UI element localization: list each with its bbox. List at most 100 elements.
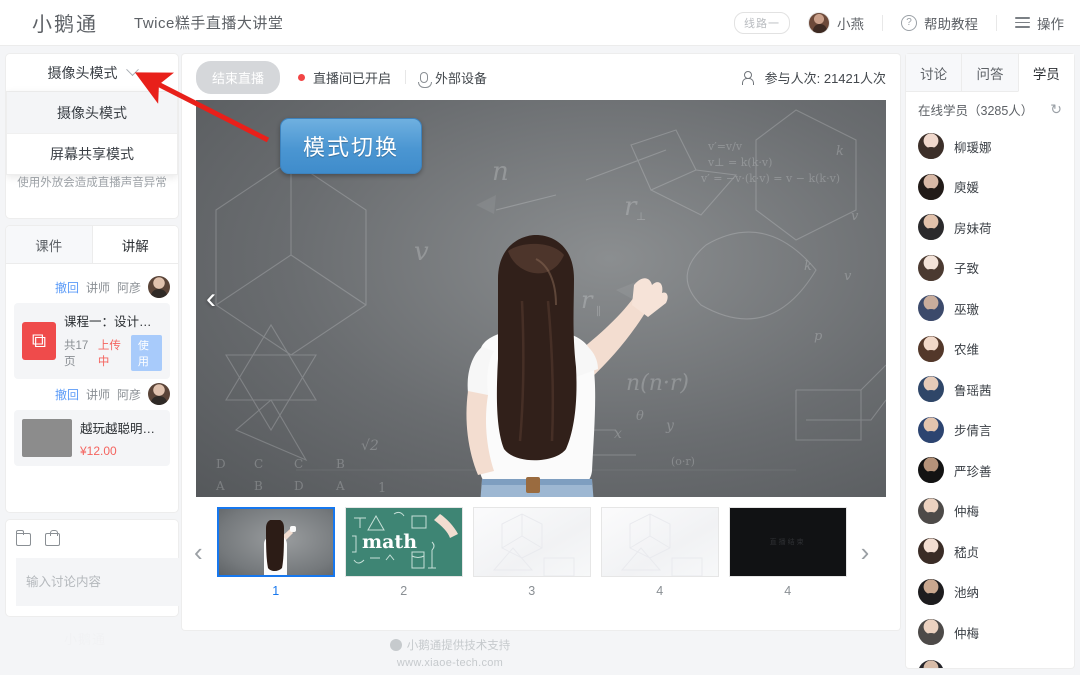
- divider: [996, 14, 997, 31]
- avatar: [808, 11, 830, 34]
- sender-name: 阿彦: [116, 280, 141, 295]
- thumbnail-2[interactable]: math 2: [344, 506, 463, 598]
- video-stage[interactable]: n v r r ⊥ ∥ v′=v∕v v⊥ = k(k·v) v′ = −v·(…: [196, 100, 886, 497]
- help-tutorial-button[interactable]: ? 帮助教程: [901, 13, 978, 33]
- line-badge[interactable]: 线路一: [734, 11, 790, 34]
- svg-text:⊥: ⊥: [636, 210, 646, 223]
- avatar: [918, 335, 944, 362]
- student-list-item[interactable]: 子致: [906, 248, 1074, 289]
- chevron-down-icon: [125, 63, 139, 77]
- file-sub: 共17页 上传中 使用: [64, 335, 162, 371]
- tab-discussion[interactable]: 讨论: [906, 54, 962, 92]
- undo-button[interactable]: 撤回: [55, 279, 79, 296]
- user-name: 小燕: [837, 16, 864, 32]
- student-list-item[interactable]: 池纳: [906, 572, 1074, 613]
- avatar: [918, 295, 944, 322]
- thumb-black-slide: 直播结束: [729, 507, 846, 576]
- avatar: [918, 619, 944, 646]
- student-list-item[interactable]: 仲梅: [906, 491, 1074, 532]
- live-toolbar: 结束直播 直播间已开启 外部设备 参与人次: 21421人次: [182, 54, 900, 100]
- slide-prev-arrow[interactable]: ‹: [206, 283, 216, 314]
- avatar: [918, 133, 944, 160]
- user-menu[interactable]: 小燕: [808, 11, 864, 34]
- avatar: [918, 416, 944, 443]
- mode-option-screenshare[interactable]: 屏幕共享模式: [7, 133, 177, 174]
- student-list-item[interactable]: 鲁瑶茜: [906, 369, 1074, 410]
- tab-students[interactable]: 学员: [1017, 54, 1074, 92]
- student-list-item[interactable]: 柳瑗娜: [906, 126, 1074, 167]
- goods-bag-icon[interactable]: [45, 529, 60, 546]
- tab-qa[interactable]: 问答: [961, 54, 1018, 92]
- discussion-input[interactable]: [16, 558, 197, 606]
- courseware-file-item[interactable]: ⧉ 课程一：设计心理… 共17页 上传中 使用: [14, 303, 170, 379]
- thumbnail-3[interactable]: 3: [472, 506, 591, 598]
- student-list-item[interactable]: [906, 653, 1074, 668]
- student-name: 嵇贞: [954, 545, 980, 560]
- pdf-file-icon: ⧉: [22, 322, 56, 360]
- hamburger-icon: [1015, 17, 1030, 28]
- online-students-row: 在线学员（3285人） ↻: [906, 92, 1074, 126]
- goods-price: ¥12.00: [80, 444, 117, 458]
- student-list-item[interactable]: 农维: [906, 329, 1074, 370]
- avatar: [918, 578, 944, 605]
- mode-switch-callout: 模式切换: [280, 118, 423, 174]
- avatar: [918, 214, 944, 241]
- mode-select[interactable]: 摄像头模式: [6, 54, 178, 92]
- folder-icon[interactable]: [15, 529, 31, 546]
- svg-text:k: k: [804, 259, 812, 274]
- thumbs-next-arrow[interactable]: ›: [857, 537, 874, 568]
- end-live-button[interactable]: 结束直播: [196, 60, 281, 94]
- avatar: [918, 457, 944, 484]
- thumbnail-4[interactable]: 4: [600, 506, 719, 598]
- undo-button[interactable]: 撤回: [55, 386, 79, 403]
- student-name: 仲梅: [954, 505, 980, 520]
- thumbnail-5[interactable]: 直播结束 4: [728, 506, 847, 598]
- svg-text:v: v: [844, 269, 852, 284]
- courseware-tabs: 课件 讲解: [6, 226, 178, 264]
- people-icon: [741, 70, 757, 85]
- student-list-item[interactable]: 庾媛: [906, 167, 1074, 208]
- file-meta: 课程一：设计心理… 共17页 上传中 使用: [64, 311, 162, 371]
- mode-dropdown[interactable]: 摄像头模式 屏幕共享模式: [6, 92, 178, 175]
- student-list-item[interactable]: 严珍善: [906, 450, 1074, 491]
- avatar: [918, 254, 944, 281]
- goods-item[interactable]: 越玩越聪明的… ¥12.00: [14, 410, 170, 466]
- tab-courseware[interactable]: 课件: [6, 226, 93, 263]
- external-device-button[interactable]: 外部设备: [418, 68, 487, 88]
- student-list[interactable]: 柳瑗娜 庾媛 房妹荷 子致 巫璬 农维 鲁瑶茜 步倩言 严珍善 仲梅 嵇贞 池纳 仲梅: [906, 126, 1074, 668]
- student-list-item[interactable]: 房妹荷: [906, 207, 1074, 248]
- thumbnail-number: 2: [400, 583, 408, 598]
- thumbnail-1[interactable]: 1: [216, 506, 335, 598]
- operations-button[interactable]: 操作: [1015, 13, 1064, 33]
- thumbnail-number: 1: [272, 583, 280, 598]
- watermark: 小鹅通: [64, 632, 107, 647]
- microphone-icon: [418, 71, 433, 88]
- teacher-figure: [466, 234, 668, 497]
- goods-thumbnail: [22, 419, 72, 457]
- mode-hint-line2: 使用外放会造成直播声音异常: [17, 177, 167, 189]
- sender-name: 阿彦: [116, 387, 141, 402]
- student-list-item[interactable]: 嵇贞: [906, 531, 1074, 572]
- student-name: 房妹荷: [954, 221, 992, 236]
- svg-text:v′=v∕v: v′=v∕v: [707, 140, 743, 153]
- student-name: 仲梅: [954, 626, 980, 641]
- student-name: 子致: [954, 262, 980, 277]
- goods-name: 越玩越聪明的…: [80, 422, 162, 436]
- student-list-item[interactable]: 巫璬: [906, 288, 1074, 329]
- student-list-item[interactable]: 步倩言: [906, 410, 1074, 451]
- thumbs-prev-arrow[interactable]: ‹: [190, 537, 207, 568]
- upload-status: 上传中: [97, 340, 121, 368]
- refresh-icon[interactable]: ↻: [1050, 101, 1062, 118]
- live-dot-icon: [298, 73, 306, 81]
- mode-option-camera[interactable]: 摄像头模式: [7, 92, 177, 133]
- avatar: [918, 376, 944, 403]
- compose-card: 发送: [6, 520, 211, 616]
- student-list-item[interactable]: 仲梅: [906, 612, 1074, 653]
- svg-text:B: B: [254, 479, 263, 493]
- tab-explain[interactable]: 讲解: [92, 226, 178, 263]
- avatar: [918, 538, 944, 565]
- ops-label: 操作: [1037, 16, 1064, 32]
- sender-role: 讲师: [85, 387, 110, 402]
- compose-input-row: 发送: [16, 558, 211, 606]
- use-file-button[interactable]: 使用: [130, 335, 162, 371]
